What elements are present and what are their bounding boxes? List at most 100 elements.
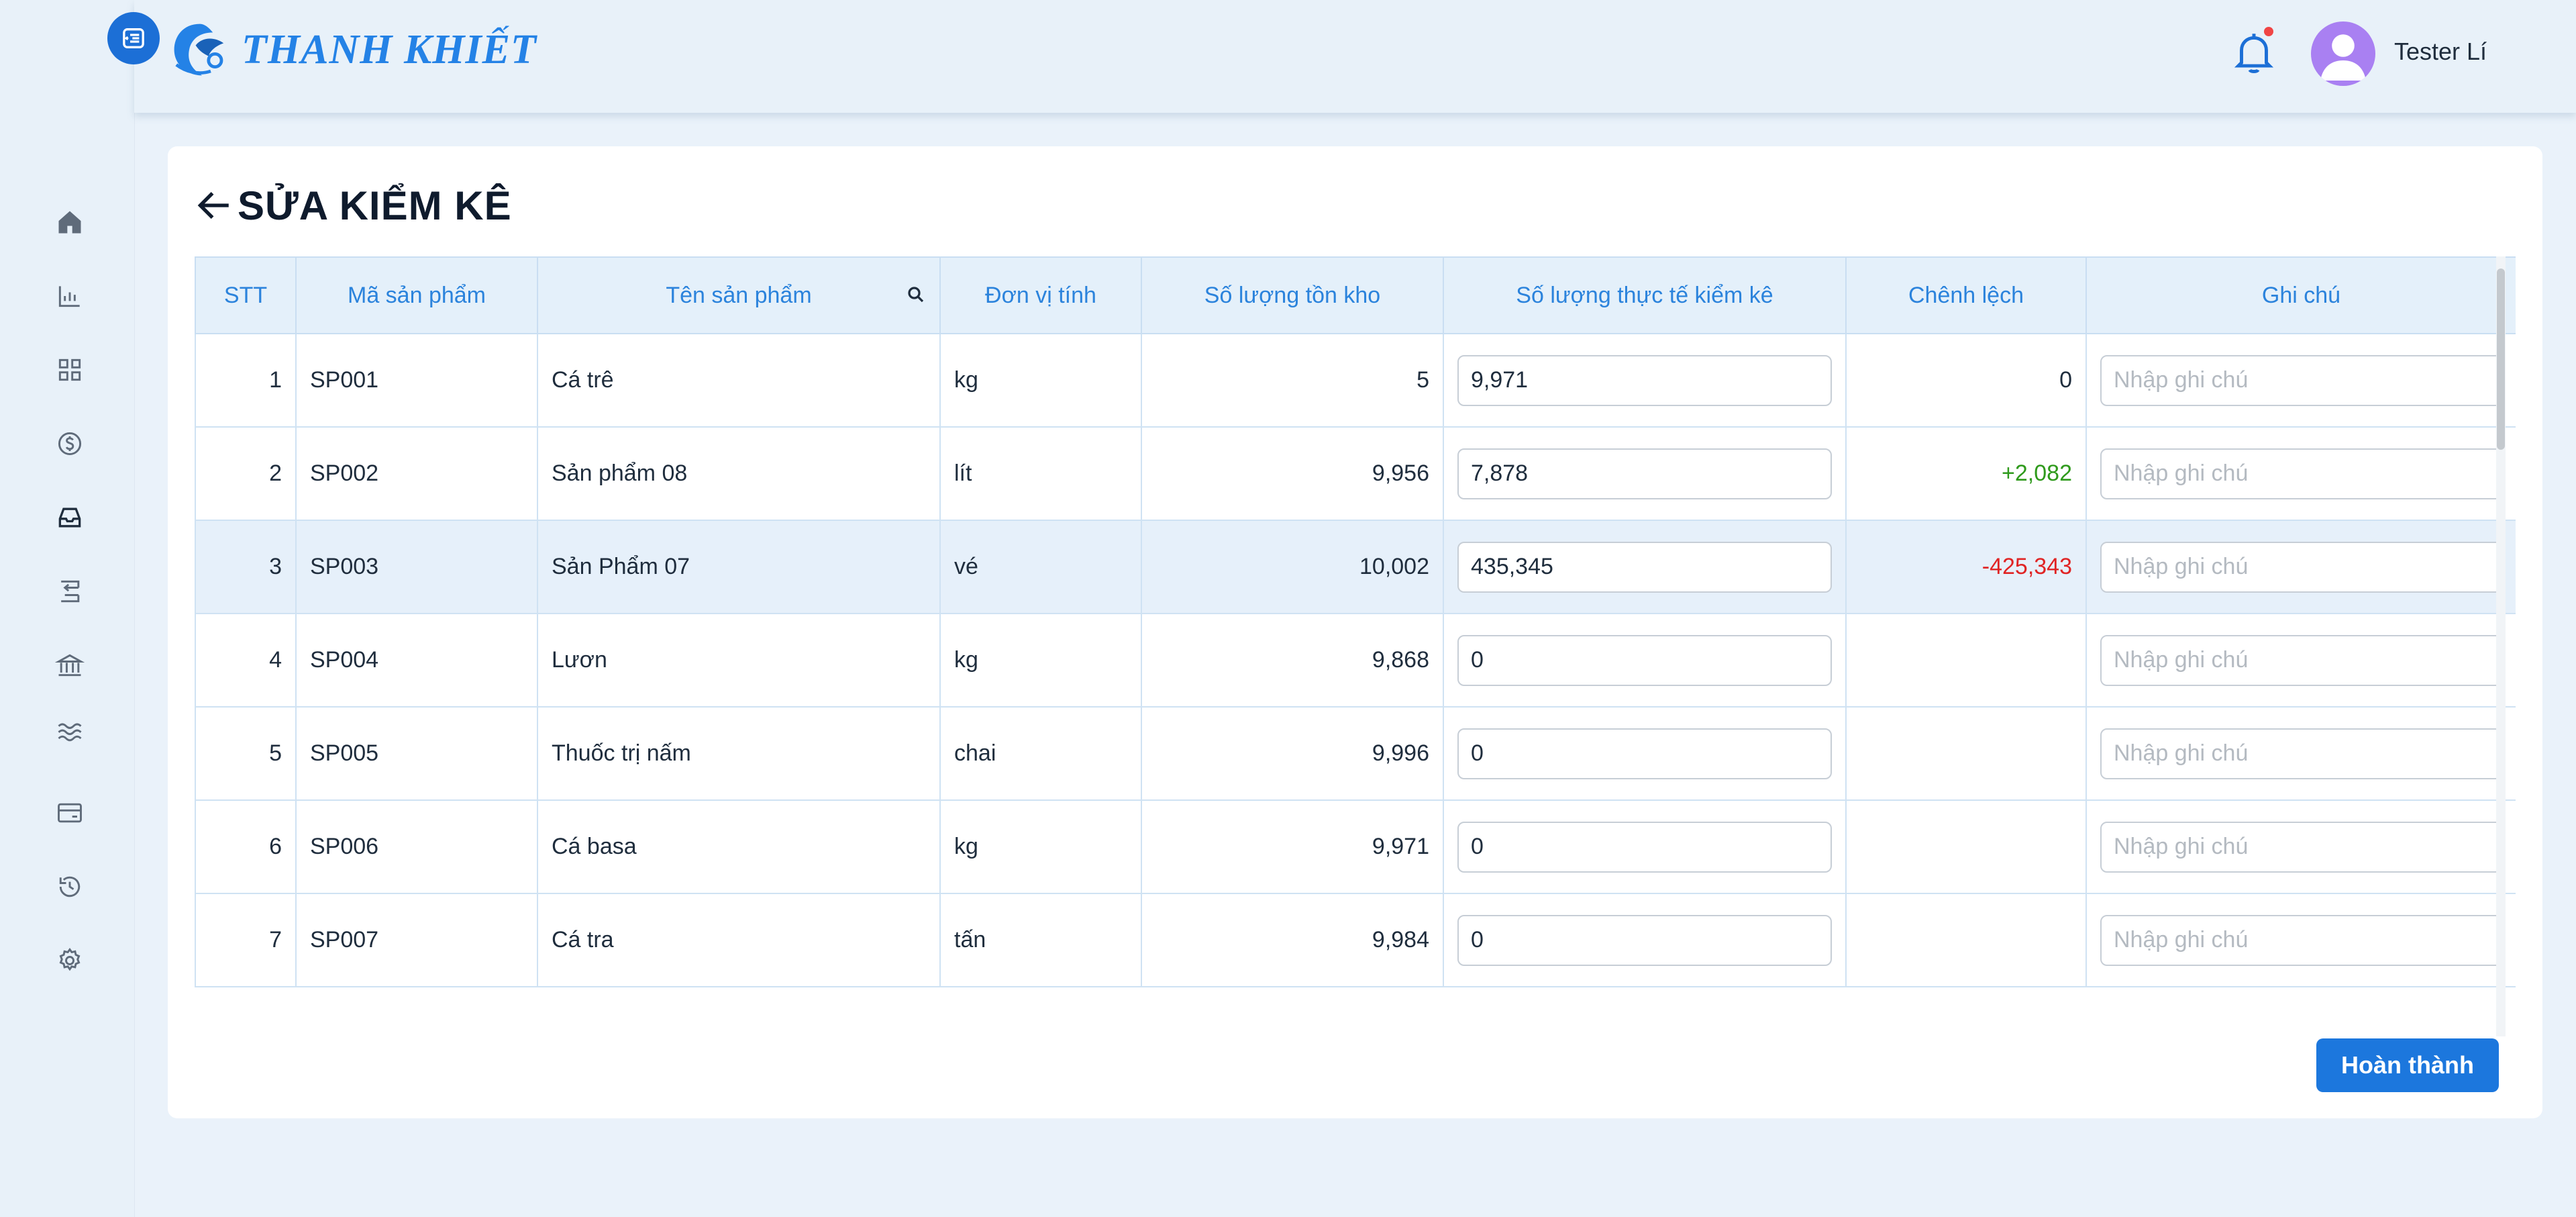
cell-note [2085,706,2516,801]
table-row[interactable]: 5 SP005 Thuốc trị nấm chai 9,996 [195,706,2516,801]
col-unit: Đơn vị tính [939,256,1142,334]
cell-difference [1845,613,2087,708]
page-title-row: SỬA KIỂM KÊ [195,179,512,232]
table-header-row: STT Mã sản phẩm Tên sản phẩm Đơn vị tính… [195,256,2516,334]
cell-product-code: SP002 [295,426,538,521]
note-input[interactable] [2100,541,2502,593]
cell-actual-qty [1443,613,1847,708]
cell-stt: 1 [195,333,297,428]
col-note: Ghi chú [2085,256,2516,334]
cell-product-name: Cá tra [537,893,941,987]
search-icon[interactable] [906,285,926,305]
note-input[interactable] [2100,728,2502,779]
cell-note [2085,520,2516,614]
cell-product-name: Cá basa [537,799,941,894]
cell-unit: lít [939,426,1142,521]
cell-note [2085,613,2516,708]
cell-unit: chai [939,706,1142,801]
cell-actual-qty [1443,426,1847,521]
col-product-name: Tên sản phẩm [537,256,941,334]
scrollbar-thumb[interactable] [2497,269,2505,450]
col-product-name-label: Tên sản phẩm [666,282,812,308]
waves-icon[interactable] [52,714,87,748]
cell-product-code: SP001 [295,333,538,428]
user-avatar[interactable] [2311,21,2375,86]
actual-qty-input[interactable] [1457,448,1832,499]
settings-icon[interactable] [52,943,87,978]
cell-note [2085,893,2516,987]
actual-qty-input[interactable] [1457,821,1832,873]
note-input[interactable] [2100,821,2502,873]
inbox-icon[interactable] [52,500,87,535]
cell-product-name: Lươn [537,613,941,708]
note-input[interactable] [2100,448,2502,499]
menu-toggle-button[interactable] [107,12,160,64]
cell-difference: +2,082 [1845,426,2087,521]
cell-product-code: SP004 [295,613,538,708]
table-row[interactable]: 1SP001Cá trêkg5 0 [195,333,2516,428]
wallet-icon[interactable] [52,795,87,830]
transfer-icon[interactable] [52,574,87,609]
cell-difference: -425,343 [1845,520,2087,614]
note-input[interactable] [2100,914,2502,966]
actual-qty-input[interactable] [1457,634,1832,686]
cell-actual-qty [1443,520,1847,614]
col-product-code: Mã sản phẩm [295,256,538,334]
cell-product-name: Sản phẩm 08 [537,426,941,521]
cell-stt: 6 [195,799,297,894]
cell-stt: 5 [195,706,297,801]
cell-product-name: Cá trê [537,333,941,428]
cell-unit: kg [939,333,1142,428]
cell-note [2085,333,2516,428]
home-icon[interactable] [52,205,87,240]
back-arrow-icon[interactable] [195,184,238,227]
actual-qty-input[interactable] [1457,914,1832,966]
inventory-edit-card: SỬA KIỂM KÊ STT Mã sản phẩm Tên sản phẩm [168,146,2542,1118]
table-row[interactable]: 4 SP004 Lươn kg 9,868 [195,613,2516,708]
cell-stock-qty: 10,002 [1141,520,1444,614]
cell-difference: 0 [1845,333,2087,428]
cell-stt: 4 [195,613,297,708]
actual-qty-input[interactable] [1457,728,1832,779]
inventory-table: STT Mã sản phẩm Tên sản phẩm Đơn vị tính… [195,256,2516,1003]
cell-stock-qty: 9,956 [1141,426,1444,521]
user-name[interactable]: Tester Lí [2394,38,2487,66]
cell-stt: 2 [195,426,297,521]
bank-icon[interactable] [52,648,87,683]
cell-stock-qty: 9,996 [1141,706,1444,801]
table-row[interactable]: 6 SP006 Cá basa kg 9,971 [195,799,2516,894]
bar-chart-icon[interactable] [52,279,87,313]
note-input[interactable] [2100,634,2502,686]
cell-stock-qty: 5 [1141,333,1444,428]
cell-product-name: Sản Phẩm 07 [537,520,941,614]
cell-actual-qty [1443,706,1847,801]
brand-logo[interactable]: THANH KHIẾT [168,16,537,83]
cell-product-code: SP005 [295,706,538,801]
actual-qty-input[interactable] [1457,541,1832,593]
history-icon[interactable] [52,869,87,904]
dollar-icon[interactable] [52,426,87,461]
table-row[interactable]: 3SP003Sản Phẩm 07vé10,002 -425,343 [195,520,2516,614]
cell-stt: 7 [195,893,297,987]
cell-note [2085,799,2516,894]
table-scrollbar[interactable] [2496,256,2506,1036]
cell-unit: kg [939,799,1142,894]
table-row[interactable]: 7 SP007 Cá tra tấn 9,984 [195,893,2516,987]
table-row[interactable]: 2SP002Sản phẩm 08lít9,956 +2,082 [195,426,2516,521]
cell-stock-qty: 9,971 [1141,799,1444,894]
col-actual-qty: Số lượng thực tế kiểm kê [1443,256,1847,334]
note-input[interactable] [2100,354,2502,406]
notification-bell-icon[interactable] [2229,26,2279,79]
actual-qty-input[interactable] [1457,354,1832,406]
cell-product-code: SP003 [295,520,538,614]
cell-difference [1845,893,2087,987]
complete-button[interactable]: Hoàn thành [2316,1038,2499,1092]
cell-actual-qty [1443,893,1847,987]
cell-stock-qty: 9,868 [1141,613,1444,708]
grid-icon[interactable] [52,352,87,387]
brand-name: THANH KHIẾT [242,26,537,72]
cell-actual-qty [1443,333,1847,428]
cell-note [2085,426,2516,521]
cell-difference [1845,706,2087,801]
cell-unit: kg [939,613,1142,708]
